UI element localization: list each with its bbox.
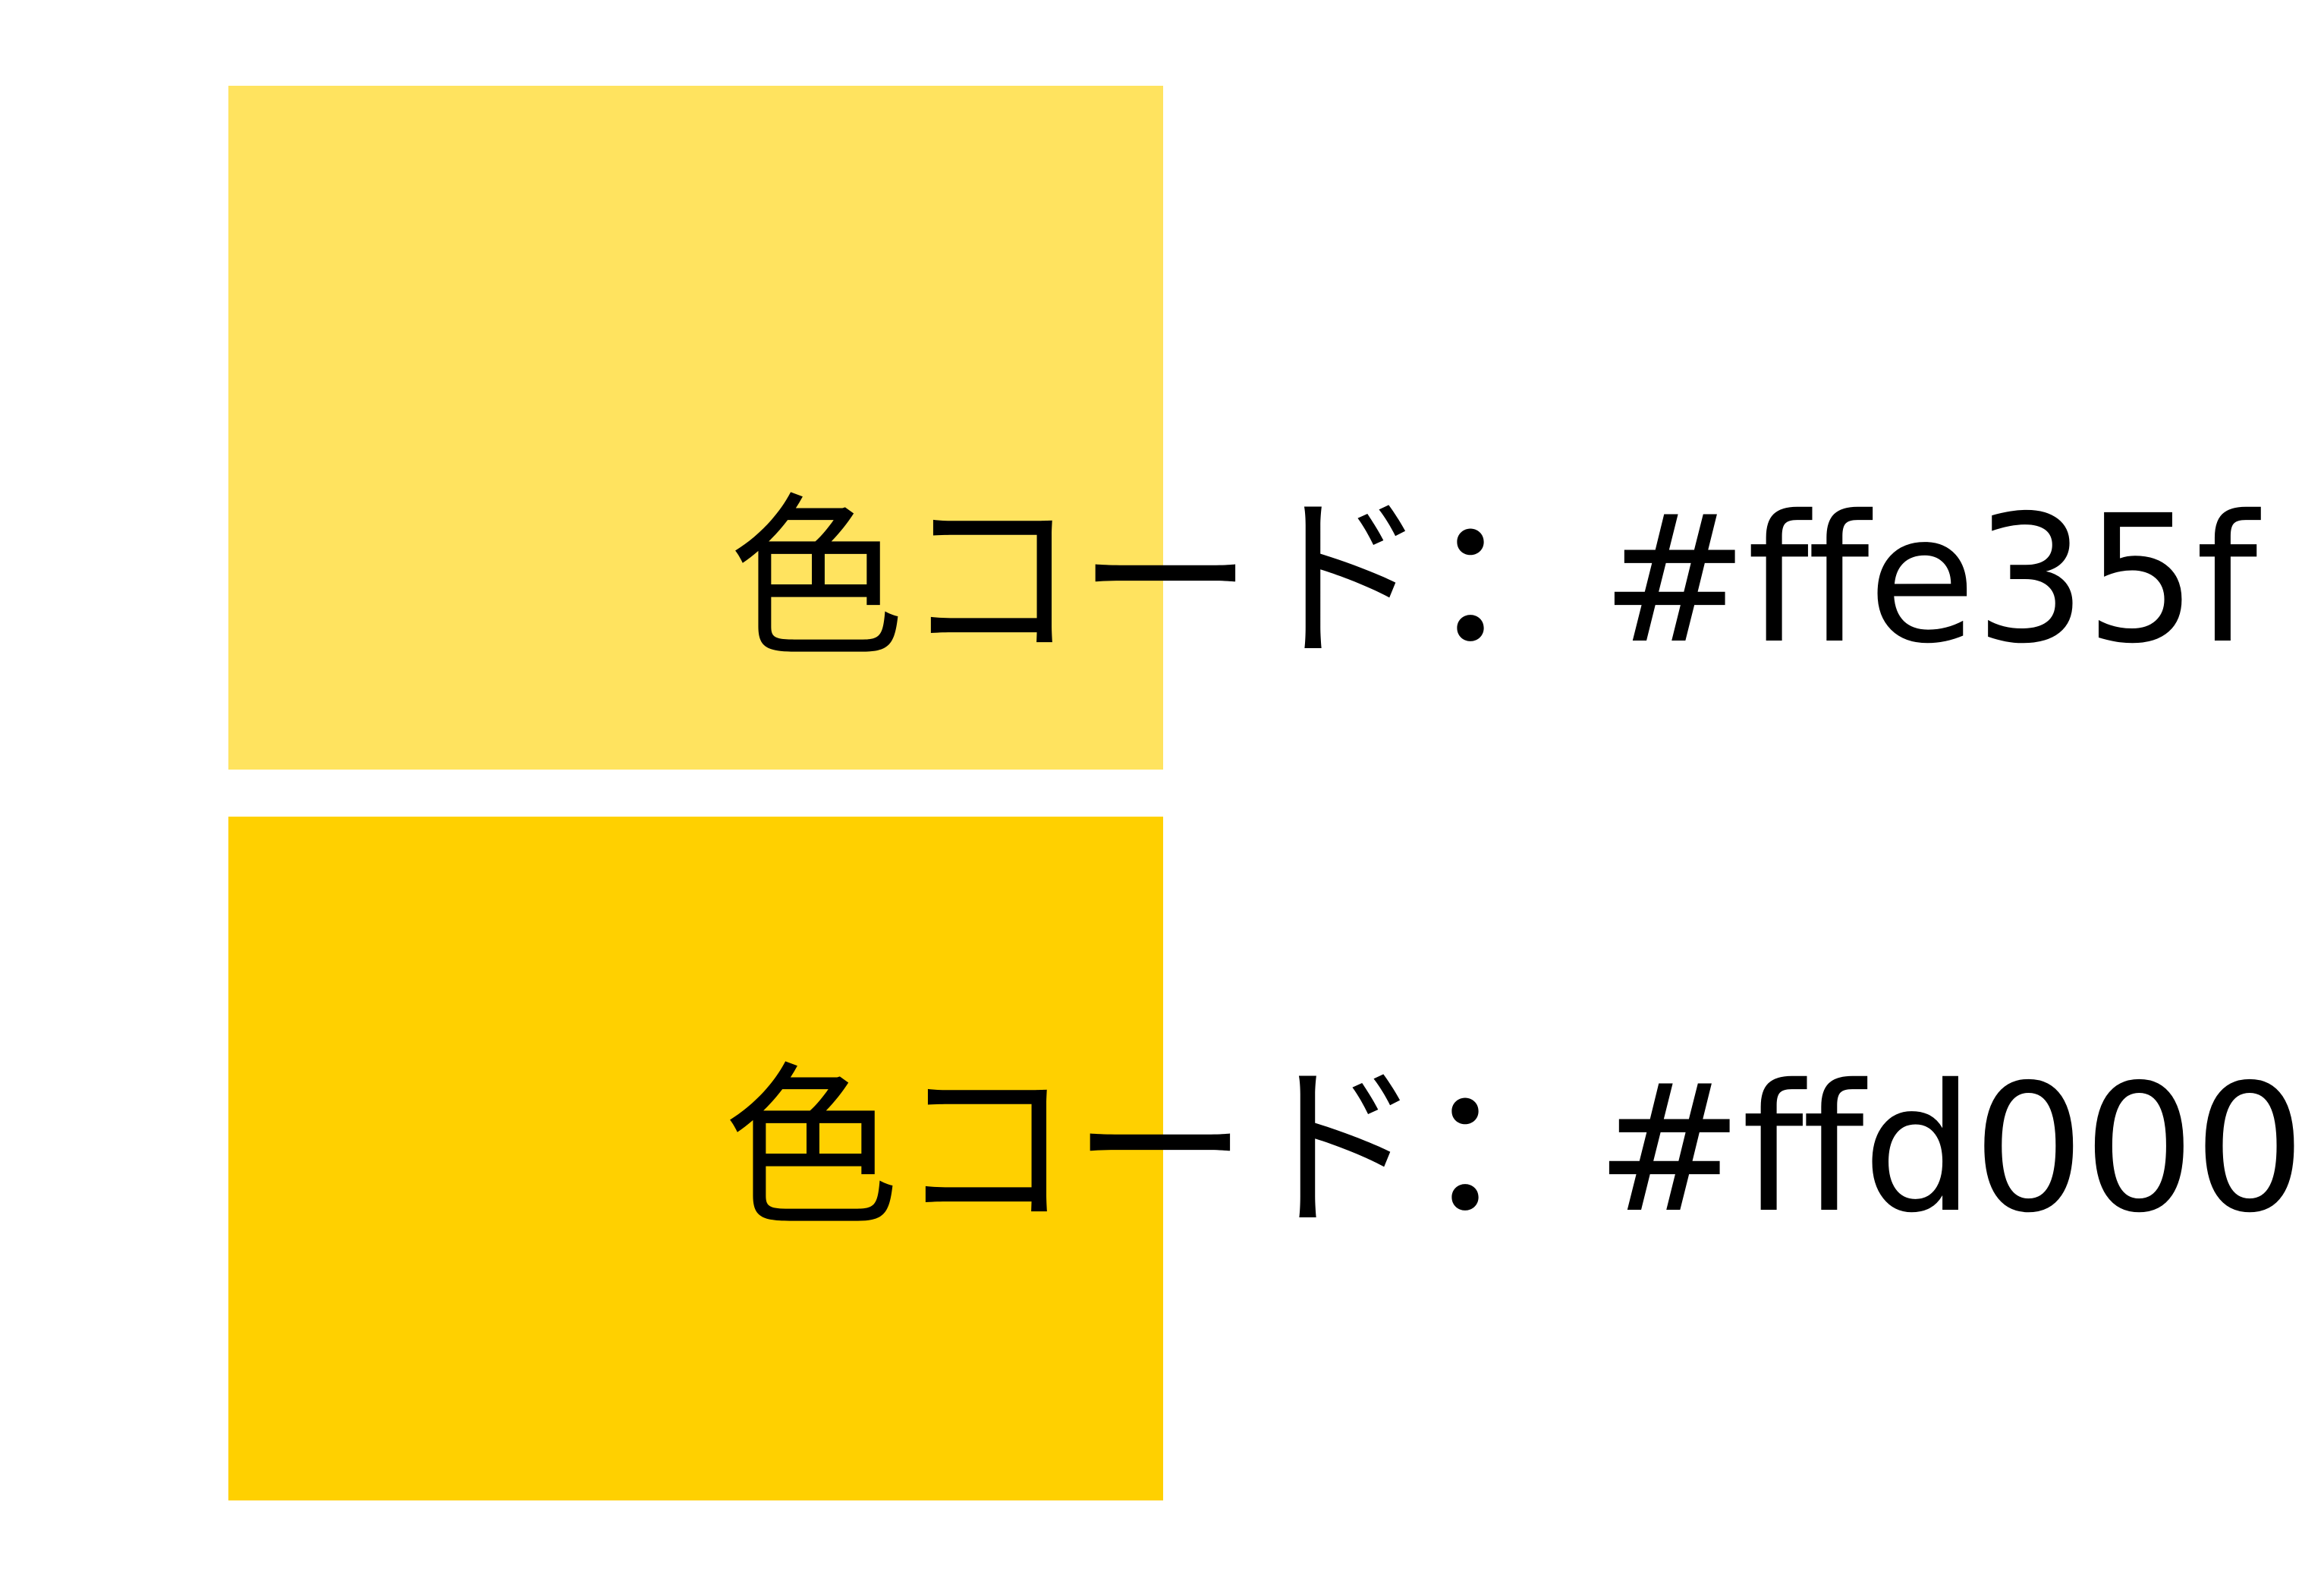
color-code-label-2: 色コード：#ffd000	[723, 1047, 2306, 1252]
color-code-label-1: 色コード：#ffe35f	[728, 477, 2257, 682]
